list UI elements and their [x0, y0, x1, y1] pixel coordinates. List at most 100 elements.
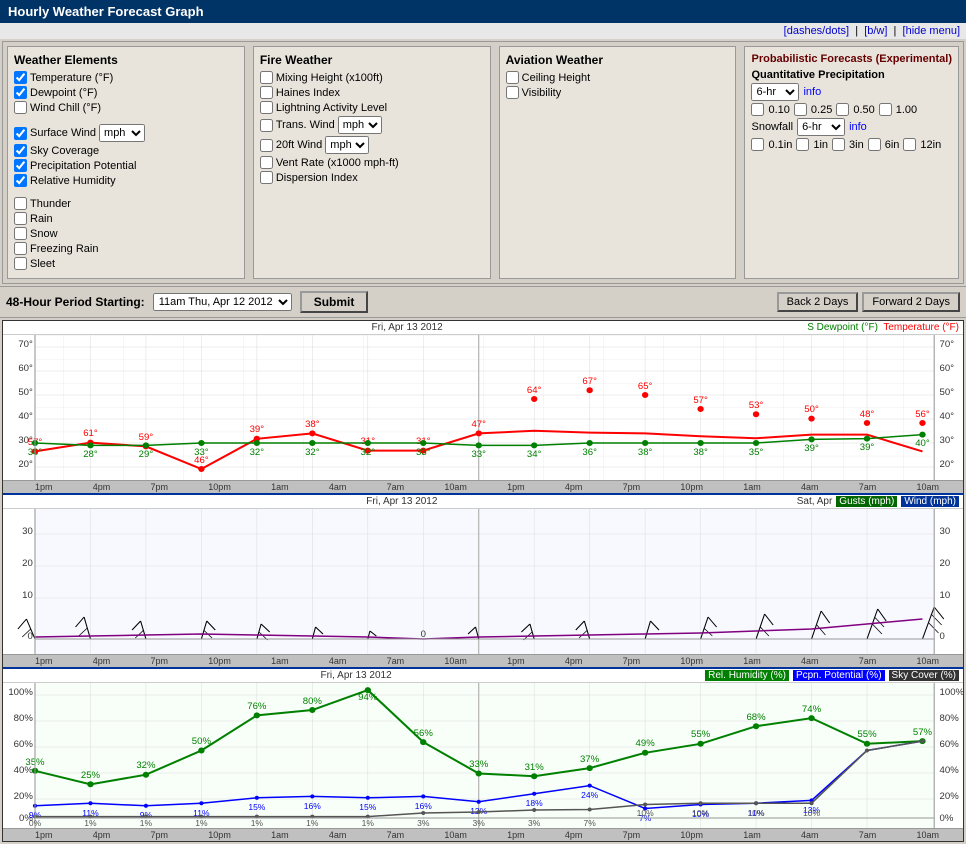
freezingrain-label: Freezing Rain: [30, 243, 98, 255]
qpf-period-select[interactable]: 6-hr12-hr24-hr: [751, 83, 799, 101]
dewpoint-checkbox[interactable]: [14, 86, 27, 99]
app-title: Hourly Weather Forecast Graph: [8, 4, 204, 19]
snowfall-period-select[interactable]: 6-hr12-hr24-hr: [797, 118, 845, 136]
svg-text:50%: 50%: [192, 736, 211, 746]
transwind-unit-select[interactable]: mphkts: [338, 116, 382, 134]
period-row: 48-Hour Period Starting: 11am Thu, Apr 1…: [0, 286, 966, 318]
snowfall-12in-checkbox[interactable]: [903, 138, 916, 151]
temp-checkbox[interactable]: [14, 71, 27, 84]
svg-text:35°: 35°: [749, 447, 764, 457]
thunder-row: Thunder: [14, 197, 238, 210]
svg-text:32°: 32°: [250, 447, 265, 457]
svg-text:1%: 1%: [140, 819, 153, 828]
svg-text:1%: 1%: [362, 819, 375, 828]
transwind-checkbox[interactable]: [260, 119, 273, 132]
wind-label: Wind (mph): [901, 496, 959, 507]
ventrate-checkbox[interactable]: [260, 156, 273, 169]
back-button[interactable]: Back 2 Days: [777, 292, 859, 312]
surfacewind-checkbox[interactable]: [14, 127, 27, 140]
svg-text:16%: 16%: [415, 802, 433, 811]
svg-text:50°: 50°: [940, 387, 955, 397]
svg-text:61°: 61°: [83, 428, 98, 438]
svg-text:30: 30: [22, 526, 33, 536]
period-select[interactable]: 11am Thu, Apr 12 2012: [153, 293, 292, 311]
ceiling-row: Ceiling Height: [506, 71, 730, 84]
mixing-height-checkbox[interactable]: [260, 71, 273, 84]
svg-text:53°: 53°: [749, 400, 764, 410]
svg-text:33°: 33°: [471, 449, 486, 459]
qpf-050-checkbox[interactable]: [836, 103, 849, 116]
dashes-dots-link[interactable]: [dashes/dots]: [784, 25, 849, 37]
twentyft-unit-select[interactable]: mphkts: [325, 136, 369, 154]
snowfall-3in-checkbox[interactable]: [832, 138, 845, 151]
precip-row: Precipitation Potential: [14, 159, 238, 172]
qpf-info-link[interactable]: info: [803, 86, 821, 98]
twentyft-checkbox[interactable]: [260, 139, 273, 152]
thunder-checkbox[interactable]: [14, 197, 27, 210]
svg-text:25%: 25%: [81, 770, 100, 780]
svg-text:1%: 1%: [306, 819, 319, 828]
lightning-checkbox[interactable]: [260, 101, 273, 114]
snow-checkbox[interactable]: [14, 227, 27, 240]
svg-text:70°: 70°: [18, 339, 33, 349]
snowfall-6in-checkbox[interactable]: [868, 138, 881, 151]
qpf-025-checkbox[interactable]: [794, 103, 807, 116]
freezingrain-row: Freezing Rain: [14, 242, 238, 255]
bw-link[interactable]: [b/w]: [864, 25, 887, 37]
haines-label: Haines Index: [276, 87, 340, 99]
wind-chart-date: Fri, Apr 13 2012: [7, 496, 797, 507]
svg-text:55%: 55%: [691, 729, 710, 739]
svg-text:10%: 10%: [803, 809, 821, 818]
haines-checkbox[interactable]: [260, 86, 273, 99]
svg-text:40°: 40°: [18, 411, 33, 421]
svg-text:1%: 1%: [84, 819, 97, 828]
gusts-label: Gusts (mph): [836, 496, 897, 507]
qpf-010-checkbox[interactable]: [751, 103, 764, 116]
humidity-legend: Rel. Humidity (%) Pcpn. Potential (%) Sk…: [705, 670, 959, 681]
relhumidity-label: Relative Humidity: [30, 175, 116, 187]
svg-text:20%: 20%: [14, 791, 33, 801]
precip-checkbox[interactable]: [14, 159, 27, 172]
temp-row: Temperature (°F): [14, 71, 238, 84]
svg-text:3%: 3%: [528, 819, 541, 828]
temp-chart-date: Fri, Apr 13 2012: [7, 322, 807, 333]
wind-chart-time-axis: 1pm 4pm 7pm 10pm 1am 4am 7am 10am 1pm 4p…: [3, 654, 963, 667]
svg-text:30: 30: [940, 526, 951, 536]
probabilistic-title: Probabilistic Forecasts (Experimental): [751, 53, 952, 65]
svg-text:60%: 60%: [14, 739, 33, 749]
submit-button[interactable]: Submit: [300, 291, 369, 313]
qpf-100-checkbox[interactable]: [879, 103, 892, 116]
snowfall-1in-checkbox[interactable]: [796, 138, 809, 151]
title-bar: Hourly Weather Forecast Graph: [0, 0, 966, 23]
ceiling-checkbox[interactable]: [506, 71, 519, 84]
snowfall-title: Snowfall: [751, 121, 793, 133]
temp-chart-wrapper: Fri, Apr 13 2012 S Dewpoint (°F) Tempera…: [3, 321, 963, 493]
hide-menu-link[interactable]: [hide menu]: [903, 25, 960, 37]
windchill-checkbox[interactable]: [14, 101, 27, 114]
probabilistic-section: Probabilistic Forecasts (Experimental) Q…: [744, 46, 959, 279]
snowfall-label-row: Snowfall 6-hr12-hr24-hr info: [751, 118, 952, 136]
freezingrain-checkbox[interactable]: [14, 242, 27, 255]
rain-checkbox[interactable]: [14, 212, 27, 225]
surfacewind-unit-select[interactable]: mphktskm/h: [99, 124, 145, 142]
snowfall-01in-checkbox[interactable]: [751, 138, 764, 151]
skycover-label: Sky Cover (%): [889, 670, 959, 681]
thunder-label: Thunder: [30, 198, 71, 210]
svg-text:20°: 20°: [940, 459, 955, 469]
forward-button[interactable]: Forward 2 Days: [862, 292, 960, 312]
skycoverage-checkbox[interactable]: [14, 144, 27, 157]
svg-text:10: 10: [940, 590, 951, 600]
ventrate-label: Vent Rate (x1000 mph-ft): [276, 157, 399, 169]
relhumidity-checkbox[interactable]: [14, 174, 27, 187]
temp-chart-svg: 70° 60° 50° 40° 30° 20° 70° 60° 50° 40° …: [3, 335, 963, 480]
svg-text:38°: 38°: [305, 419, 320, 429]
dispersion-checkbox[interactable]: [260, 171, 273, 184]
svg-text:3%: 3%: [417, 819, 430, 828]
svg-text:38°: 38°: [693, 447, 708, 457]
svg-text:39°: 39°: [804, 443, 819, 453]
visibility-checkbox[interactable]: [506, 86, 519, 99]
sleet-checkbox[interactable]: [14, 257, 27, 270]
transwind-label: Trans. Wind: [276, 119, 335, 131]
controls-area: Weather Elements Temperature (°F) Dewpoi…: [2, 41, 964, 284]
snowfall-info-link[interactable]: info: [849, 121, 867, 133]
